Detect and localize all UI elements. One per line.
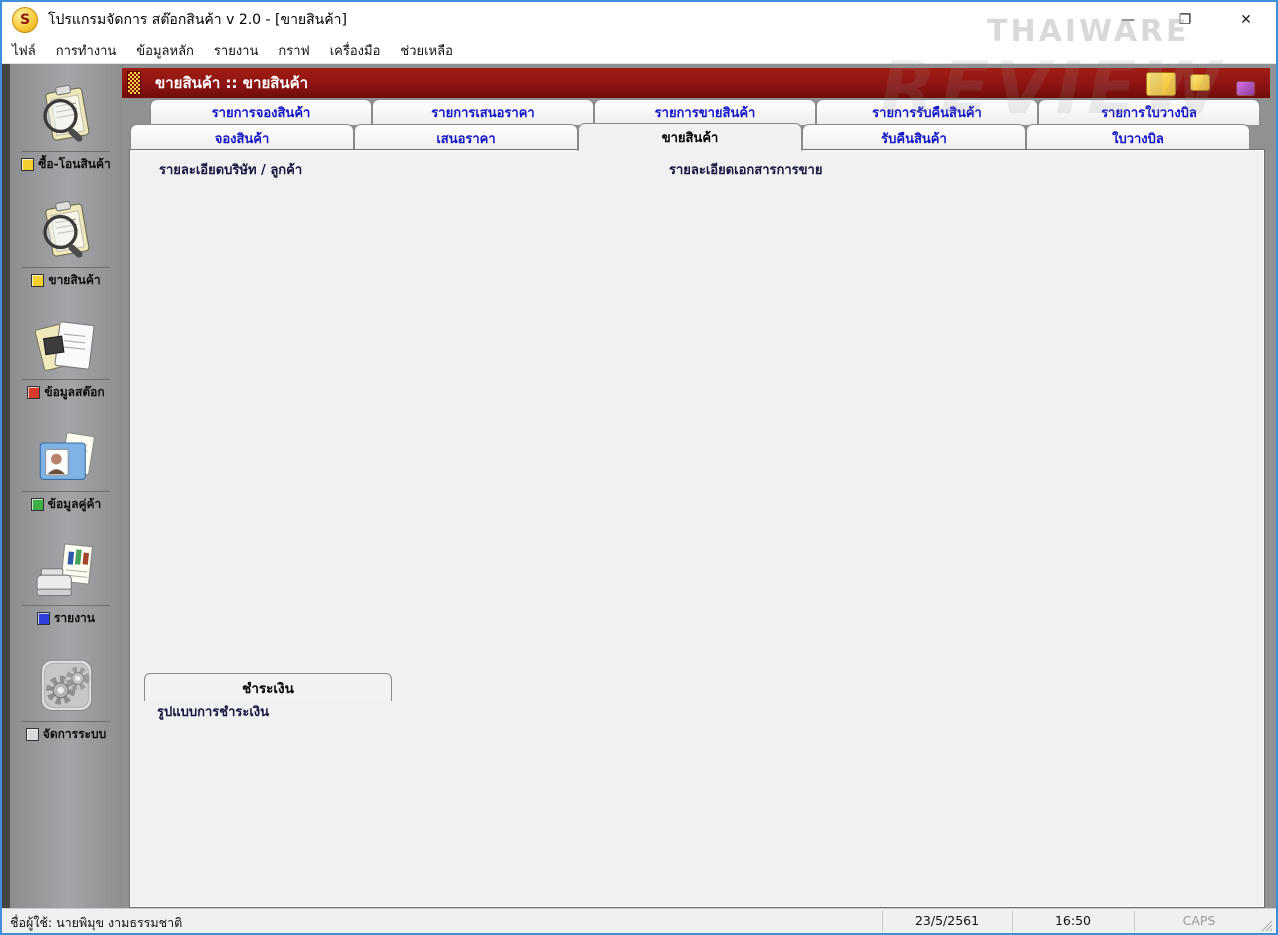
partner-folder-icon xyxy=(29,428,103,488)
stock-documents-icon xyxy=(29,316,103,376)
divider xyxy=(22,491,110,492)
divider xyxy=(22,151,110,152)
divider xyxy=(22,605,110,606)
status-bar: ชื่อผู้ใช้: นายพิมุข งามธรรมชาติ 23/5/25… xyxy=(2,908,1276,933)
sidebar: ซื้อ-โอนสินค้า ขายสินค้า ข้อมูลสต๊อก ข้อ… xyxy=(2,64,122,910)
bullet-icon xyxy=(31,498,44,511)
tab-sale-active[interactable]: ขายสินค้า xyxy=(578,123,802,151)
tab-sale-list[interactable]: รายการขายสินค้า xyxy=(594,99,816,125)
minimize-button[interactable]: — xyxy=(1105,2,1151,38)
clipboard-search-icon xyxy=(29,84,103,148)
divider xyxy=(22,379,110,380)
sidebar-item-label: ซื้อ-โอนสินค้า xyxy=(38,155,110,174)
menu-reports[interactable]: รายงาน xyxy=(204,38,268,63)
sidebar-strip xyxy=(2,64,10,910)
banner-restore-icon[interactable] xyxy=(1190,74,1210,91)
divider xyxy=(22,721,110,722)
divider xyxy=(882,911,883,931)
menu-file[interactable]: ไฟล์ xyxy=(2,38,46,63)
clipboard-search-icon xyxy=(29,200,103,264)
banner-close-icon[interactable] xyxy=(1236,81,1255,96)
tab-payment[interactable]: ชำระเงิน xyxy=(144,673,392,701)
window-title: โปรแกรมจัดการ สต๊อกสินค้า v 2.0 - [ขายสิ… xyxy=(48,9,347,31)
customer-legend: รายละเอียดบริษัท / ลูกค้า xyxy=(154,159,307,180)
status-caps: CAPS xyxy=(1136,913,1262,928)
bullet-icon xyxy=(37,612,50,625)
tab-quotation[interactable]: เสนอราคา xyxy=(354,124,578,151)
bullet-icon xyxy=(26,728,39,741)
app-icon: S xyxy=(12,7,38,33)
divider xyxy=(1134,911,1135,931)
resize-grip[interactable] xyxy=(1260,919,1273,932)
menu-graph[interactable]: กราฟ xyxy=(268,38,319,63)
banner-title: ขายสินค้า :: ขายสินค้า xyxy=(155,71,308,95)
bullet-icon xyxy=(21,158,34,171)
menu-operations[interactable]: การทำงาน xyxy=(46,38,127,63)
grip-icon xyxy=(127,71,141,95)
tab-return[interactable]: รับคืนสินค้า xyxy=(802,124,1026,151)
sidebar-item-purchase-transfer[interactable]: ซื้อ-โอนสินค้า xyxy=(10,84,122,196)
menu-master-data[interactable]: ข้อมูลหลัก xyxy=(126,38,204,63)
document-banner: ขายสินค้า :: ขายสินค้า xyxy=(122,68,1270,98)
sidebar-item-stock-data[interactable]: ข้อมูลสต๊อก xyxy=(10,316,122,428)
status-date: 23/5/2561 xyxy=(884,913,1010,928)
bullet-icon xyxy=(31,274,44,287)
tab-billing[interactable]: ใบวางบิล xyxy=(1026,124,1250,151)
payment-legend: รูปแบบการชำระเงิน xyxy=(152,701,274,722)
sidebar-item-system[interactable]: จัดการระบบ xyxy=(10,656,122,768)
tab-booking[interactable]: จองสินค้า xyxy=(130,124,354,151)
title-bar: S โปรแกรมจัดการ สต๊อกสินค้า v 2.0 - [ขาย… xyxy=(2,2,1276,38)
bullet-icon xyxy=(27,386,40,399)
close-button[interactable]: ✕ xyxy=(1220,2,1272,38)
sidebar-item-label: จัดการระบบ xyxy=(43,725,106,744)
status-user: ชื่อผู้ใช้: นายพิมุข งามธรรมชาติ xyxy=(10,913,182,933)
system-gears-icon xyxy=(31,656,101,718)
maximize-button[interactable]: ❐ xyxy=(1162,2,1208,38)
tab-quotation-list[interactable]: รายการเสนอราคา xyxy=(372,99,594,125)
app-window: S โปรแกรมจัดการ สต๊อกสินค้า v 2.0 - [ขาย… xyxy=(0,0,1278,935)
sidebar-item-label: ขายสินค้า xyxy=(48,271,100,290)
status-time: 16:50 xyxy=(1014,913,1132,928)
sidebar-item-label: ข้อมูลคู่ค้า xyxy=(48,495,101,514)
document-legend: รายละเอียดเอกสารการขาย xyxy=(664,159,827,180)
sidebar-item-label: ข้อมูลสต๊อก xyxy=(44,383,104,402)
sidebar-item-partner-data[interactable]: ข้อมูลคู่ค้า xyxy=(10,428,122,540)
sidebar-item-reports[interactable]: รายงาน xyxy=(10,542,122,654)
tab-booking-list[interactable]: รายการจองสินค้า xyxy=(150,99,372,125)
content-panel xyxy=(130,150,1264,907)
banner-window-icon[interactable] xyxy=(1146,72,1176,96)
menu-tools[interactable]: เครื่องมือ xyxy=(320,38,391,63)
sidebar-item-label: รายงาน xyxy=(54,609,95,628)
sidebar-item-sale[interactable]: ขายสินค้า xyxy=(10,200,122,312)
menu-bar: ไฟล์ การทำงาน ข้อมูลหลัก รายงาน กราฟ เคร… xyxy=(2,38,1276,64)
menu-help[interactable]: ช่วยเหลือ xyxy=(390,38,463,63)
report-printer-icon xyxy=(29,542,103,602)
tab-billing-list[interactable]: รายการใบวางบิล xyxy=(1038,99,1260,125)
tab-return-list[interactable]: รายการรับคืนสินค้า xyxy=(816,99,1038,125)
divider xyxy=(1012,911,1013,931)
divider xyxy=(22,267,110,268)
